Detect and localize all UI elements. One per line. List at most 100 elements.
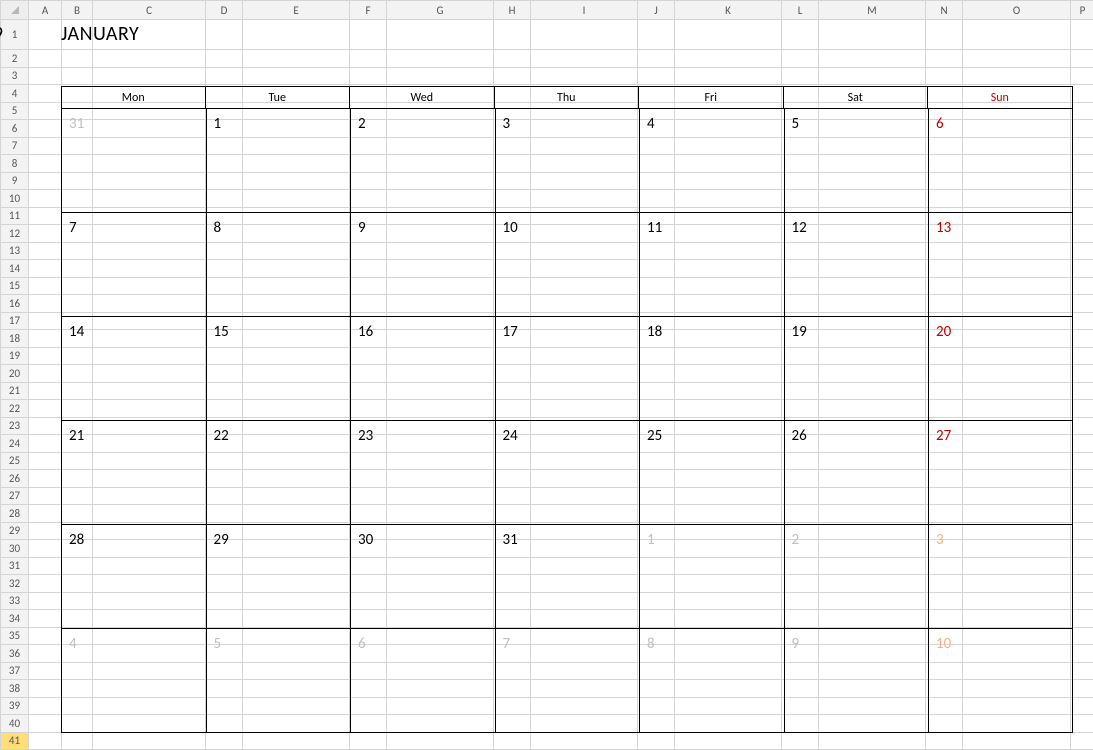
cell[interactable]: [531, 732, 638, 750]
cell[interactable]: [350, 522, 387, 540]
cell[interactable]: [638, 732, 675, 750]
cell[interactable]: [675, 330, 782, 348]
row-header-5[interactable]: 5: [1, 102, 29, 120]
cell[interactable]: [494, 540, 531, 558]
cell[interactable]: [675, 662, 782, 680]
cell[interactable]: [782, 312, 819, 330]
cell[interactable]: [350, 277, 387, 295]
cell[interactable]: [1071, 645, 1093, 663]
cell[interactable]: [62, 242, 93, 260]
cell[interactable]: [963, 662, 1071, 680]
cell[interactable]: [926, 575, 963, 593]
cell[interactable]: [494, 382, 531, 400]
cell[interactable]: [206, 365, 243, 383]
cell[interactable]: [819, 715, 926, 733]
cell[interactable]: [1071, 347, 1093, 365]
cell[interactable]: [62, 365, 93, 383]
cell[interactable]: [531, 137, 638, 155]
cell[interactable]: [531, 207, 638, 225]
row-header-20[interactable]: 20: [1, 365, 29, 383]
cell[interactable]: [819, 137, 926, 155]
cell[interactable]: [638, 610, 675, 628]
row-header-29[interactable]: 29: [1, 522, 29, 540]
cell[interactable]: [387, 260, 494, 278]
cell[interactable]: [93, 277, 206, 295]
cell[interactable]: [638, 347, 675, 365]
cell[interactable]: [782, 207, 819, 225]
cell[interactable]: [782, 522, 819, 540]
cell[interactable]: [243, 312, 350, 330]
cell[interactable]: [963, 592, 1071, 610]
cell[interactable]: [819, 522, 926, 540]
cell[interactable]: [1071, 715, 1093, 733]
cell[interactable]: [531, 347, 638, 365]
cell[interactable]: [638, 715, 675, 733]
cell[interactable]: [494, 295, 531, 313]
cell[interactable]: [243, 155, 350, 173]
cell[interactable]: [531, 312, 638, 330]
cell[interactable]: [819, 697, 926, 715]
cell[interactable]: [1071, 102, 1093, 120]
cell[interactable]: [926, 522, 963, 540]
cell[interactable]: [819, 190, 926, 208]
cell[interactable]: [206, 592, 243, 610]
cell[interactable]: [387, 522, 494, 540]
cell[interactable]: [206, 155, 243, 173]
cell[interactable]: [62, 85, 93, 103]
cell[interactable]: [963, 190, 1071, 208]
cell[interactable]: [62, 207, 93, 225]
cell[interactable]: [206, 435, 243, 453]
cell[interactable]: [638, 20, 675, 50]
cell[interactable]: [387, 242, 494, 260]
cell[interactable]: [638, 330, 675, 348]
cell[interactable]: [350, 610, 387, 628]
col-header-N[interactable]: N: [926, 1, 963, 20]
cell[interactable]: [93, 452, 206, 470]
cell[interactable]: [206, 190, 243, 208]
col-header-K[interactable]: K: [675, 1, 782, 20]
cell[interactable]: [782, 155, 819, 173]
cell[interactable]: [206, 540, 243, 558]
cell[interactable]: [243, 540, 350, 558]
cell[interactable]: [206, 697, 243, 715]
cell[interactable]: [243, 400, 350, 418]
cell[interactable]: [93, 487, 206, 505]
cell[interactable]: [93, 67, 206, 85]
cell[interactable]: [243, 680, 350, 698]
cell[interactable]: [675, 470, 782, 488]
cell[interactable]: [963, 627, 1071, 645]
row-header-33[interactable]: 33: [1, 592, 29, 610]
cell[interactable]: [243, 417, 350, 435]
cell[interactable]: [531, 540, 638, 558]
cell[interactable]: [387, 680, 494, 698]
cell[interactable]: [29, 557, 62, 575]
cell[interactable]: [206, 137, 243, 155]
cell[interactable]: [93, 155, 206, 173]
cell[interactable]: [819, 732, 926, 750]
cell[interactable]: [62, 20, 93, 50]
cell[interactable]: [963, 522, 1071, 540]
cell[interactable]: [963, 172, 1071, 190]
cell[interactable]: [350, 85, 387, 103]
cell[interactable]: [531, 557, 638, 575]
col-header-E[interactable]: E: [243, 1, 350, 20]
cell[interactable]: [243, 557, 350, 575]
cell[interactable]: [29, 120, 62, 138]
cell[interactable]: [1071, 207, 1093, 225]
cell[interactable]: [350, 470, 387, 488]
cell[interactable]: [1071, 225, 1093, 243]
cell[interactable]: [963, 330, 1071, 348]
cell[interactable]: [350, 155, 387, 173]
cell[interactable]: [1071, 155, 1093, 173]
cell[interactable]: [29, 400, 62, 418]
cell[interactable]: [819, 225, 926, 243]
cell[interactable]: [350, 365, 387, 383]
cell[interactable]: [243, 330, 350, 348]
cell[interactable]: [206, 487, 243, 505]
cell[interactable]: [638, 645, 675, 663]
cell[interactable]: [350, 137, 387, 155]
cell[interactable]: [387, 277, 494, 295]
cell[interactable]: [1071, 575, 1093, 593]
cell[interactable]: [638, 155, 675, 173]
cell[interactable]: [93, 645, 206, 663]
